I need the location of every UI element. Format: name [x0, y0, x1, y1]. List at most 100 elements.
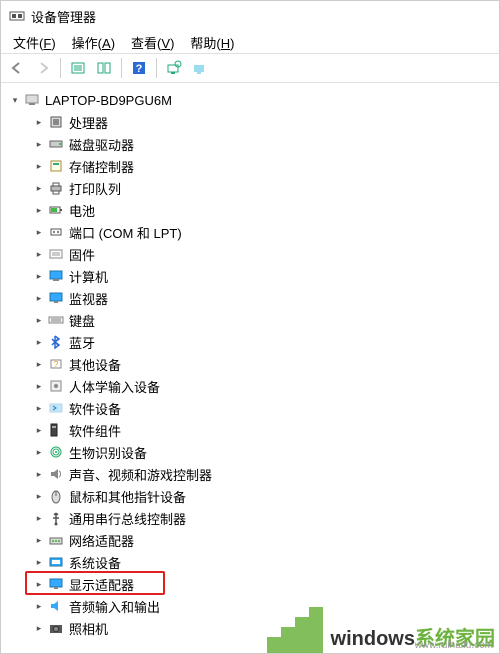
- tree-item-label: 电池: [69, 201, 95, 220]
- expander-icon[interactable]: [33, 314, 45, 326]
- expander-icon[interactable]: [33, 424, 45, 436]
- tree-item[interactable]: 鼠标和其他指针设备: [5, 485, 495, 507]
- device-manager-icon: [9, 8, 25, 24]
- menu-file[interactable]: 文件(F): [5, 31, 64, 54]
- usb-icon: [47, 510, 65, 526]
- tree-item[interactable]: 磁盘驱动器: [5, 133, 495, 155]
- tree-item-label: 网络适配器: [69, 531, 134, 550]
- expander-icon[interactable]: [33, 138, 45, 150]
- tree-item-label: 蓝牙: [69, 333, 95, 352]
- tree-item[interactable]: 处理器: [5, 111, 495, 133]
- forward-button[interactable]: [31, 56, 55, 80]
- expander-icon[interactable]: [33, 468, 45, 480]
- tree-item[interactable]: 监视器: [5, 287, 495, 309]
- help-button[interactable]: ?: [127, 56, 151, 80]
- expander-icon[interactable]: [33, 270, 45, 282]
- tree-item[interactable]: 软件组件: [5, 419, 495, 441]
- expander-icon[interactable]: [33, 402, 45, 414]
- tree-item[interactable]: 存储控制器: [5, 155, 495, 177]
- show-hidden-button[interactable]: [188, 56, 212, 80]
- camera-icon: [47, 620, 65, 636]
- computer-icon: [47, 268, 65, 284]
- tree-item-label: 通用串行总线控制器: [69, 509, 186, 528]
- watermark-url: www.ruihaifu.com: [415, 640, 493, 651]
- expander-icon[interactable]: [33, 336, 45, 348]
- tree-item[interactable]: 照相机: [5, 617, 495, 639]
- tree-root[interactable]: LAPTOP-BD9PGU6M: [5, 89, 495, 111]
- expander-icon[interactable]: [33, 490, 45, 502]
- expander-icon[interactable]: [33, 160, 45, 172]
- svg-text:?: ?: [54, 360, 59, 369]
- expander-icon[interactable]: [33, 226, 45, 238]
- sound-icon: [47, 466, 65, 482]
- expander-icon[interactable]: [33, 248, 45, 260]
- expander-icon[interactable]: [33, 204, 45, 216]
- tree-item-label: 其他设备: [69, 355, 121, 374]
- tree-item-label: 监视器: [69, 289, 108, 308]
- display-icon: [47, 576, 65, 592]
- expander-icon[interactable]: [33, 512, 45, 524]
- menu-help[interactable]: 帮助(H): [182, 31, 242, 54]
- expander-icon[interactable]: [33, 116, 45, 128]
- tree-item[interactable]: 显示适配器: [5, 573, 495, 595]
- tree-item-label: 键盘: [69, 311, 95, 330]
- expander-icon[interactable]: [33, 578, 45, 590]
- view-details-button[interactable]: [66, 56, 90, 80]
- tree-item-label: 端口 (COM 和 LPT): [69, 223, 182, 242]
- tree-item[interactable]: ? 其他设备: [5, 353, 495, 375]
- tree-item[interactable]: 通用串行总线控制器: [5, 507, 495, 529]
- tree-item[interactable]: 网络适配器: [5, 529, 495, 551]
- expander-icon[interactable]: [33, 292, 45, 304]
- tree-item[interactable]: 蓝牙: [5, 331, 495, 353]
- monitor-icon: [47, 290, 65, 306]
- audio-icon: [47, 598, 65, 614]
- menu-action[interactable]: 操作(A): [64, 31, 123, 54]
- tree-item[interactable]: 打印队列: [5, 177, 495, 199]
- tree-item[interactable]: 电池: [5, 199, 495, 221]
- toolbar-separator: [60, 58, 61, 78]
- expander-icon[interactable]: [33, 182, 45, 194]
- tree-item[interactable]: 生物识别设备: [5, 441, 495, 463]
- tree-item-label: 显示适配器: [69, 575, 134, 594]
- toolbar-separator: [156, 58, 157, 78]
- software-icon: [47, 400, 65, 416]
- port-icon: [47, 224, 65, 240]
- tree-item[interactable]: 固件: [5, 243, 495, 265]
- tree-item[interactable]: 键盘: [5, 309, 495, 331]
- tree-item[interactable]: 端口 (COM 和 LPT): [5, 221, 495, 243]
- scan-hardware-button[interactable]: [162, 56, 186, 80]
- tree-item[interactable]: 系统设备: [5, 551, 495, 573]
- view-list-button[interactable]: [92, 56, 116, 80]
- device-tree[interactable]: LAPTOP-BD9PGU6M 处理器磁盘驱动器存储控制器打印队列电池端口 (C…: [1, 83, 499, 653]
- firmware-icon: [47, 246, 65, 262]
- tree-item[interactable]: 软件设备: [5, 397, 495, 419]
- cpu-icon: [47, 114, 65, 130]
- tree-item-label: 固件: [69, 245, 95, 264]
- bluetooth-icon: [47, 334, 65, 350]
- expander-icon[interactable]: [33, 622, 45, 634]
- back-button[interactable]: [5, 56, 29, 80]
- svg-text:?: ?: [136, 63, 143, 75]
- tree-item[interactable]: 计算机: [5, 265, 495, 287]
- tree-item[interactable]: 声音、视频和游戏控制器: [5, 463, 495, 485]
- toolbar-separator: [121, 58, 122, 78]
- tree-item[interactable]: 音频输入和输出: [5, 595, 495, 617]
- disk-icon: [47, 136, 65, 152]
- expander-icon[interactable]: [33, 600, 45, 612]
- tree-item-label: 声音、视频和游戏控制器: [69, 465, 212, 484]
- tree-item[interactable]: 人体学输入设备: [5, 375, 495, 397]
- tree-item-label: 鼠标和其他指针设备: [69, 487, 186, 506]
- keyboard-icon: [47, 312, 65, 328]
- expander-icon[interactable]: [33, 446, 45, 458]
- tree-item-label: 系统设备: [69, 553, 121, 572]
- menu-view[interactable]: 查看(V): [123, 31, 182, 54]
- storage-icon: [47, 158, 65, 174]
- expander-icon[interactable]: [33, 534, 45, 546]
- computer-icon: [23, 92, 41, 108]
- tree-item-label: 软件设备: [69, 399, 121, 418]
- expander-icon[interactable]: [33, 380, 45, 392]
- other-icon: ?: [47, 356, 65, 372]
- expander-icon[interactable]: [33, 556, 45, 568]
- expander-icon[interactable]: [9, 94, 21, 106]
- expander-icon[interactable]: [33, 358, 45, 370]
